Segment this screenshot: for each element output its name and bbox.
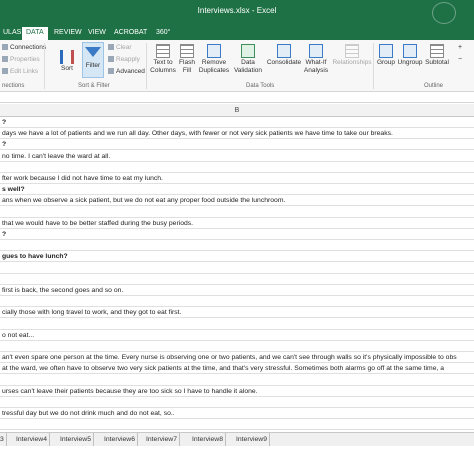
tab-acrobat[interactable]: ACROBAT — [110, 27, 151, 40]
tab-review[interactable]: REVIEW — [50, 27, 86, 40]
column-header-b[interactable]: B — [0, 107, 474, 114]
sort-icon — [60, 50, 74, 64]
data-validation-icon — [241, 44, 255, 58]
table-row[interactable]: ? — [0, 230, 474, 240]
sheet-tab-bar: 3 Interview4 Interview5 Interview6 Interview… — [0, 432, 474, 446]
ribbon: Connections Properties Edit Links nectio… — [0, 40, 474, 92]
table-row[interactable]: at the ward, we often have to observe tw… — [0, 364, 474, 375]
decorative-circle-icon — [432, 2, 456, 24]
clear-icon — [108, 44, 114, 51]
group-icon — [379, 44, 393, 58]
sheet-tab[interactable]: Interview7 — [144, 433, 180, 446]
table-row[interactable]: o not eat... — [0, 331, 474, 341]
table-row[interactable]: s well? — [0, 185, 474, 196]
text-to-columns-button[interactable]: Text to Columns — [150, 44, 176, 75]
table-row[interactable]: tressful day but we do not drink much an… — [0, 409, 474, 420]
window-title: Interviews.xlsx - Excel — [197, 6, 277, 15]
table-row[interactable]: gues to have lunch? — [0, 252, 474, 263]
group-button[interactable]: Group — [376, 44, 396, 67]
tab-data[interactable]: DATA — [22, 27, 48, 40]
subtotal-icon — [430, 44, 444, 58]
table-row[interactable]: no time. I can't leave the ward at all. — [0, 152, 474, 162]
tab-360[interactable]: 360° — [152, 27, 174, 40]
connections-icon — [2, 44, 8, 51]
sort-button[interactable]: Sort — [58, 50, 76, 73]
ribbon-separator — [373, 43, 374, 89]
table-row[interactable]: days we have a lot of patients and we ru… — [0, 129, 474, 140]
table-row[interactable] — [0, 241, 474, 252]
status-area — [0, 446, 474, 474]
table-row[interactable]: cially those with long travel to work, a… — [0, 308, 474, 319]
remove-duplicates-icon — [207, 44, 221, 58]
table-row[interactable]: ans when we observe a sick patient, but … — [0, 196, 474, 207]
table-row[interactable]: first is back, the second goes and so on… — [0, 286, 474, 296]
connections-button[interactable]: Connections — [2, 44, 46, 52]
advanced-icon — [108, 68, 114, 75]
minus-icon: − — [458, 56, 463, 63]
tab-view[interactable]: VIEW — [84, 27, 110, 40]
table-row[interactable] — [0, 376, 474, 386]
table-row[interactable] — [0, 320, 474, 330]
consolidate-icon — [277, 44, 291, 58]
consolidate-button[interactable]: Consolidate — [266, 44, 302, 67]
ungroup-icon — [403, 44, 417, 58]
table-row[interactable]: urses can't leave their patients because… — [0, 387, 474, 397]
clear-button[interactable]: Clear — [108, 44, 132, 52]
reapply-icon — [108, 56, 114, 63]
connections-group-label: nections — [2, 83, 25, 89]
advanced-button[interactable]: Advanced — [108, 68, 145, 76]
sheet-tab[interactable]: Interview6 — [102, 433, 138, 446]
table-row[interactable]: ? — [0, 140, 474, 151]
sheet-tab[interactable]: 3 — [0, 433, 7, 446]
ribbon-separator — [44, 43, 45, 89]
table-row[interactable] — [0, 264, 474, 274]
reapply-button[interactable]: Reapply — [108, 56, 140, 64]
filter-icon — [85, 47, 101, 57]
show-detail-button[interactable]: + — [458, 44, 462, 52]
edit-links-button[interactable]: Edit Links — [2, 68, 38, 76]
sort-filter-group-label: Sort & Filter — [78, 83, 110, 89]
title-bar: Interviews.xlsx - Excel — [0, 0, 474, 26]
table-row[interactable] — [0, 342, 474, 352]
table-row[interactable] — [0, 208, 474, 218]
table-row[interactable]: that we would have to be better staffed … — [0, 219, 474, 229]
relationships-icon — [345, 44, 359, 58]
sheet-tab[interactable]: Interview9 — [234, 433, 270, 446]
hide-detail-button[interactable]: − — [458, 56, 462, 64]
table-row[interactable]: fter work because I did not have time to… — [0, 174, 474, 184]
formula-bar[interactable] — [0, 93, 474, 103]
data-tools-group-label: Data Tools — [246, 83, 275, 89]
flash-fill-button[interactable]: Flash Fill — [178, 44, 196, 75]
properties-icon — [2, 56, 8, 63]
flash-fill-icon — [180, 44, 194, 58]
subtotal-button[interactable]: Subtotal — [424, 44, 450, 67]
plus-icon: + — [458, 44, 463, 51]
what-if-analysis-button[interactable]: What-If Analysis — [302, 44, 330, 75]
table-row[interactable]: ? — [0, 118, 474, 128]
table-row[interactable] — [0, 275, 474, 285]
table-row[interactable] — [0, 163, 474, 173]
properties-button[interactable]: Properties — [2, 56, 40, 64]
column-header-row: B — [0, 104, 474, 117]
data-validation-button[interactable]: Data Validation — [232, 44, 264, 75]
text-to-columns-icon — [156, 44, 170, 58]
table-row[interactable] — [0, 297, 474, 308]
table-row[interactable]: an't even spare one person at the time. … — [0, 353, 474, 364]
relationships-button[interactable]: Relationships — [332, 44, 372, 67]
table-row[interactable] — [0, 398, 474, 408]
ribbon-tab-bar: ULAS DATA REVIEW VIEW ACROBAT 360° — [0, 26, 474, 40]
sheet-tab[interactable]: Interview8 — [190, 433, 226, 446]
what-if-analysis-icon — [309, 44, 323, 58]
sheet-tab[interactable]: Interview5 — [58, 433, 94, 446]
outline-group-label: Outline — [424, 83, 444, 89]
filter-button[interactable]: Filter — [82, 42, 104, 78]
ungroup-button[interactable]: Ungroup — [396, 44, 424, 67]
ribbon-separator — [146, 43, 147, 89]
edit-links-icon — [2, 68, 8, 75]
worksheet[interactable]: B ? days we have a lot of patients and we… — [0, 104, 474, 430]
sheet-tab[interactable]: Interview4 — [14, 433, 50, 446]
table-row[interactable] — [0, 420, 474, 430]
remove-duplicates-button[interactable]: Remove Duplicates — [197, 44, 231, 75]
